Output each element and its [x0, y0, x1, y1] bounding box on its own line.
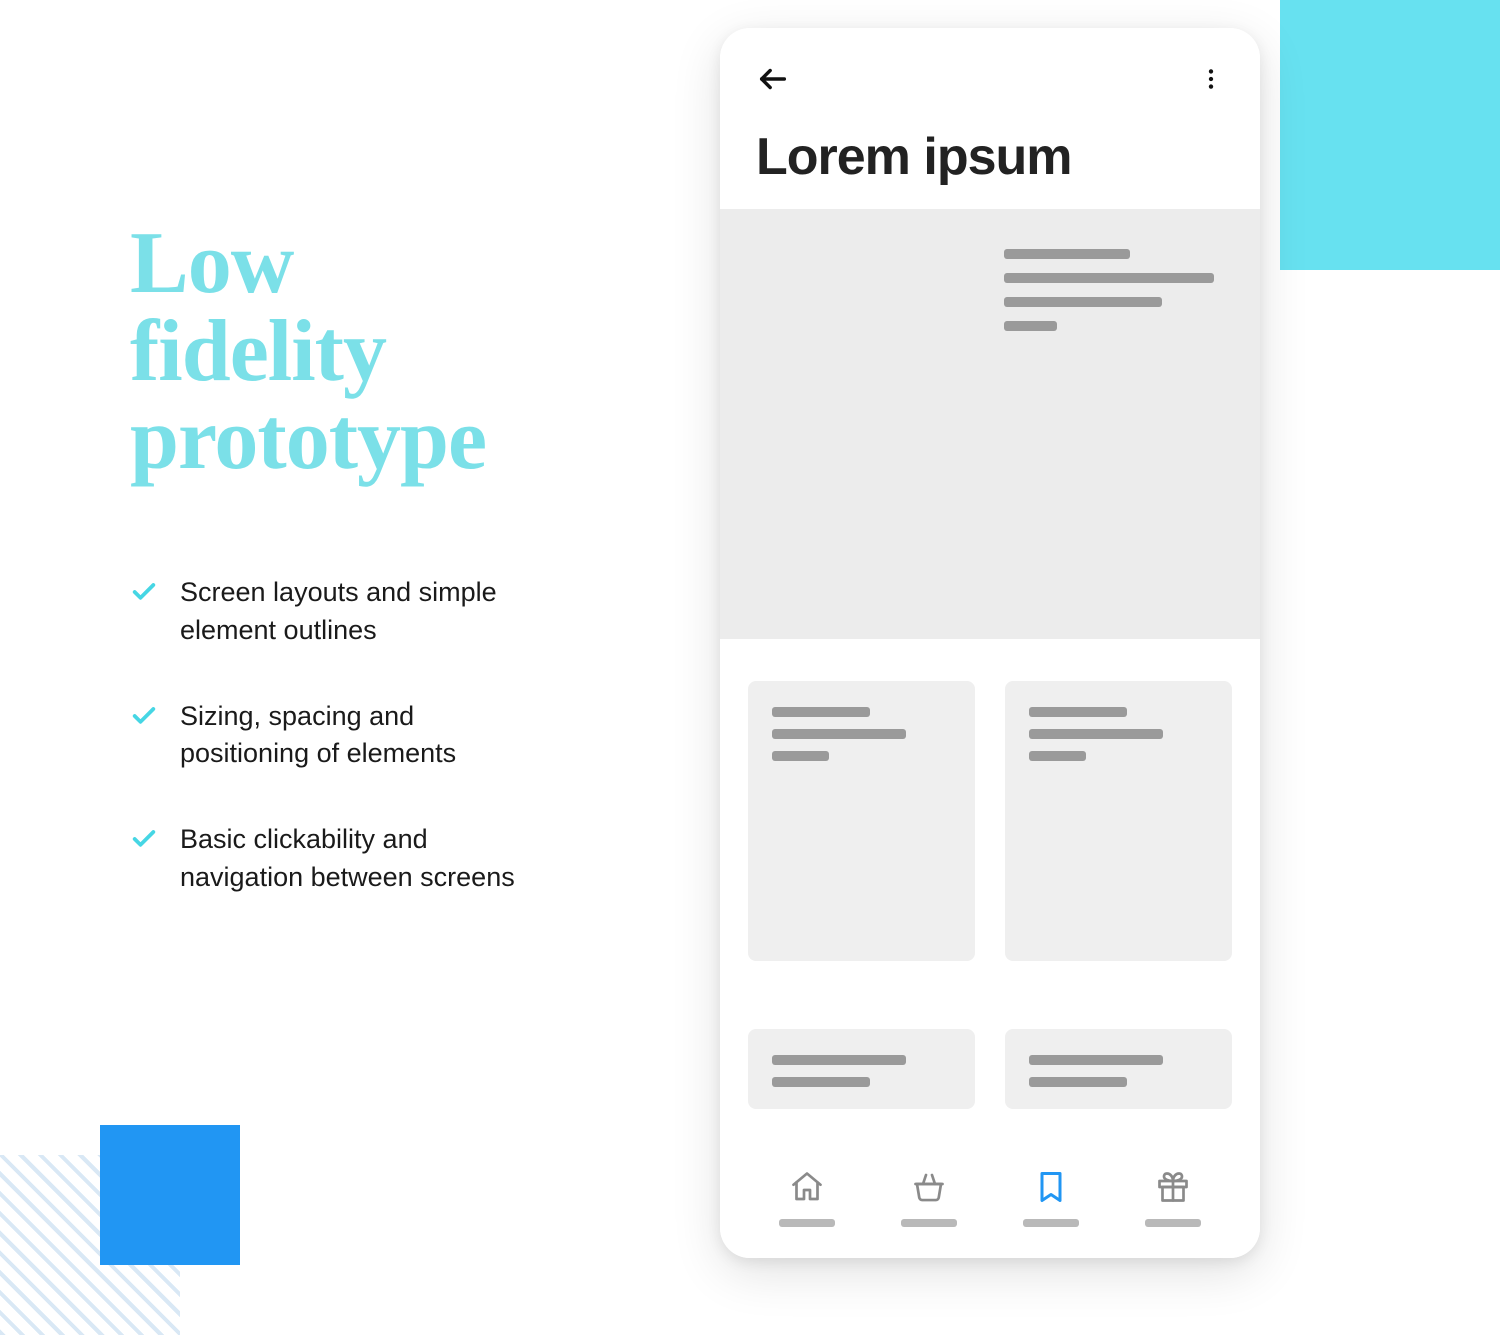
hero-placeholder: [720, 209, 1260, 639]
nav-item-home[interactable]: [767, 1169, 847, 1227]
placeholder-line: [772, 1077, 870, 1087]
page-title: Lorem ipsum: [756, 127, 1224, 187]
nav-item-bookmark[interactable]: [1011, 1169, 1091, 1227]
placeholder-line: [772, 1055, 906, 1065]
card-placeholder[interactable]: [1005, 1029, 1232, 1109]
bullet-list: Screen layouts and simple element outlin…: [130, 574, 610, 897]
bullet-text: Sizing, spacing and positioning of eleme…: [180, 698, 540, 774]
bullet-text: Screen layouts and simple element outlin…: [180, 574, 540, 650]
placeholder-line: [1029, 729, 1163, 739]
basket-icon: [911, 1169, 947, 1205]
placeholder-text-block: [1004, 249, 1214, 345]
nav-label-placeholder: [901, 1219, 957, 1227]
decor-blue-square: [100, 1125, 240, 1265]
check-icon: [130, 825, 158, 858]
description-panel: Low fidelity prototype Screen layouts an…: [130, 220, 610, 945]
screen-content: [720, 209, 1260, 1146]
card-placeholder[interactable]: [748, 1029, 975, 1109]
nav-item-gift[interactable]: [1133, 1169, 1213, 1227]
placeholder-line: [1004, 321, 1057, 331]
phone-mockup: Lorem ipsum: [720, 28, 1260, 1258]
placeholder-line: [772, 707, 870, 717]
headline: Low fidelity prototype: [130, 220, 610, 484]
gift-icon: [1155, 1169, 1191, 1205]
placeholder-line: [1004, 249, 1130, 259]
card-placeholder[interactable]: [1005, 681, 1232, 961]
bullet-item: Sizing, spacing and positioning of eleme…: [130, 698, 610, 774]
placeholder-line: [772, 729, 906, 739]
placeholder-line: [1004, 297, 1162, 307]
screen-header: Lorem ipsum: [720, 28, 1260, 209]
nav-label-placeholder: [779, 1219, 835, 1227]
headline-line: prototype: [130, 396, 610, 484]
card-grid: [720, 639, 1260, 1146]
placeholder-line: [1004, 273, 1214, 283]
back-icon[interactable]: [756, 62, 790, 101]
nav-label-placeholder: [1023, 1219, 1079, 1227]
card-placeholder[interactable]: [748, 681, 975, 961]
check-icon: [130, 578, 158, 611]
nav-item-basket[interactable]: [889, 1169, 969, 1227]
nav-label-placeholder: [1145, 1219, 1201, 1227]
home-icon: [789, 1169, 825, 1205]
more-icon[interactable]: [1198, 66, 1224, 97]
placeholder-line: [1029, 1077, 1127, 1087]
check-icon: [130, 702, 158, 735]
decor-cyan-square: [1280, 0, 1500, 270]
bullet-text: Basic clickability and navigation betwee…: [180, 821, 540, 897]
placeholder-line: [772, 751, 829, 761]
bottom-nav: [720, 1146, 1260, 1258]
headline-line: fidelity: [130, 308, 610, 396]
placeholder-line: [1029, 751, 1086, 761]
bullet-item: Screen layouts and simple element outlin…: [130, 574, 610, 650]
placeholder-line: [1029, 707, 1127, 717]
bullet-item: Basic clickability and navigation betwee…: [130, 821, 610, 897]
headline-line: Low: [130, 220, 610, 308]
placeholder-line: [1029, 1055, 1163, 1065]
bookmark-icon: [1033, 1169, 1069, 1205]
